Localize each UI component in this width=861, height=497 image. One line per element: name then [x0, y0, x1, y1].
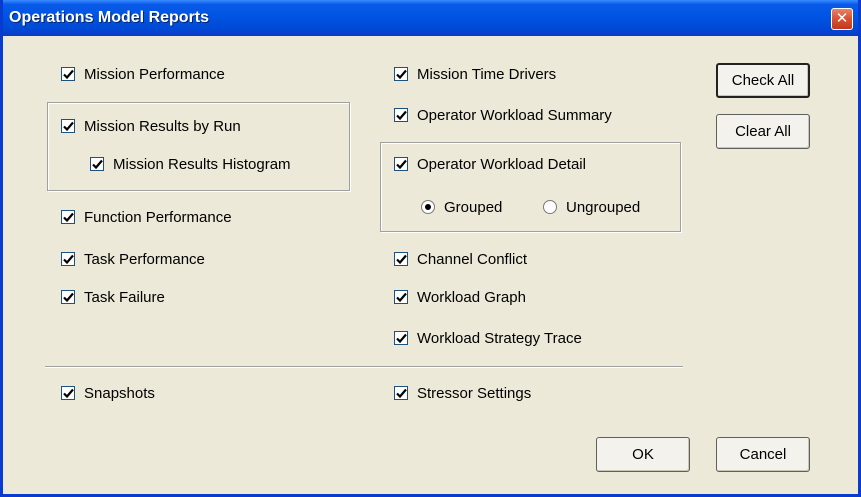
checkbox-label: Task Failure — [84, 288, 165, 306]
radio-grouped[interactable]: Grouped — [421, 197, 502, 217]
checkbox-operator-workload-summary[interactable]: Operator Workload Summary — [394, 105, 612, 125]
checkbox-label: Operator Workload Detail — [417, 155, 586, 173]
window-title: Operations Model Reports — [9, 9, 210, 26]
cancel-button[interactable]: Cancel — [716, 437, 810, 472]
checkbox-label: Mission Performance — [84, 65, 225, 83]
checkbox-mission-performance[interactable]: Mission Performance — [61, 64, 225, 84]
checkbox-check-icon[interactable] — [61, 290, 75, 304]
checkbox-function-performance[interactable]: Function Performance — [61, 207, 232, 227]
checkbox-check-icon[interactable] — [394, 331, 408, 345]
checkbox-operator-workload-detail[interactable]: Operator Workload Detail — [394, 154, 586, 174]
checkbox-mission-results-histogram[interactable]: Mission Results Histogram — [90, 154, 291, 174]
checkbox-check-icon[interactable] — [394, 108, 408, 122]
checkbox-label: Channel Conflict — [417, 250, 528, 268]
checkbox-check-icon[interactable] — [394, 252, 408, 266]
checkbox-check-icon[interactable] — [394, 290, 408, 304]
checkbox-mission-time-drivers[interactable]: Mission Time Drivers — [394, 64, 556, 84]
checkbox-stressor-settings[interactable]: Stressor Settings — [394, 383, 531, 403]
checkbox-check-icon[interactable] — [61, 386, 75, 400]
clear-all-label: Clear All — [735, 123, 791, 140]
checkbox-check-icon[interactable] — [61, 252, 75, 266]
title-bar[interactable]: Operations Model Reports ✕ — [3, 0, 858, 36]
close-icon: ✕ — [835, 10, 849, 27]
checkbox-workload-graph[interactable]: Workload Graph — [394, 287, 526, 307]
checkbox-check-icon[interactable] — [394, 386, 408, 400]
radio-label: Grouped — [444, 198, 503, 216]
radio-ungrouped[interactable]: Ungrouped — [543, 197, 640, 217]
checkbox-mission-results-by-run[interactable]: Mission Results by Run — [61, 116, 241, 136]
checkbox-label: Workload Strategy Trace — [417, 329, 582, 347]
check-all-label: Check All — [731, 72, 795, 89]
checkbox-workload-strategy-trace[interactable]: Workload Strategy Trace — [394, 328, 582, 348]
checkbox-label: Mission Results Histogram — [113, 155, 291, 173]
checkbox-check-icon[interactable] — [61, 119, 75, 133]
radio-label: Ungrouped — [566, 198, 641, 216]
close-button[interactable]: ✕ — [831, 8, 853, 30]
radio-selected-icon[interactable] — [421, 200, 435, 214]
checkbox-check-icon[interactable] — [394, 67, 408, 81]
checkbox-label: Task Performance — [84, 250, 205, 268]
checkbox-task-performance[interactable]: Task Performance — [61, 249, 205, 269]
ok-label: OK — [632, 446, 654, 463]
operations-model-reports-dialog: Operations Model Reports ✕ Mission Perfo… — [0, 0, 861, 497]
checkbox-check-icon[interactable] — [394, 157, 408, 171]
checkbox-label: Snapshots — [84, 384, 155, 402]
separator — [45, 366, 683, 368]
check-all-button[interactable]: Check All — [716, 63, 810, 98]
ok-button[interactable]: OK — [596, 437, 690, 472]
checkbox-label: Stressor Settings — [417, 384, 532, 402]
clear-all-button[interactable]: Clear All — [716, 114, 810, 149]
checkbox-label: Mission Results by Run — [84, 117, 241, 135]
checkbox-label: Function Performance — [84, 208, 232, 226]
cancel-label: Cancel — [739, 446, 787, 463]
checkbox-label: Mission Time Drivers — [417, 65, 557, 83]
checkbox-label: Workload Graph — [417, 288, 526, 306]
checkbox-snapshots[interactable]: Snapshots — [61, 383, 155, 403]
radio-unselected-icon[interactable] — [543, 200, 557, 214]
checkbox-check-icon[interactable] — [61, 210, 75, 224]
checkbox-channel-conflict[interactable]: Channel Conflict — [394, 249, 527, 269]
checkbox-check-icon[interactable] — [90, 157, 104, 171]
checkbox-check-icon[interactable] — [61, 67, 75, 81]
checkbox-task-failure[interactable]: Task Failure — [61, 287, 165, 307]
checkbox-label: Operator Workload Summary — [417, 106, 612, 124]
